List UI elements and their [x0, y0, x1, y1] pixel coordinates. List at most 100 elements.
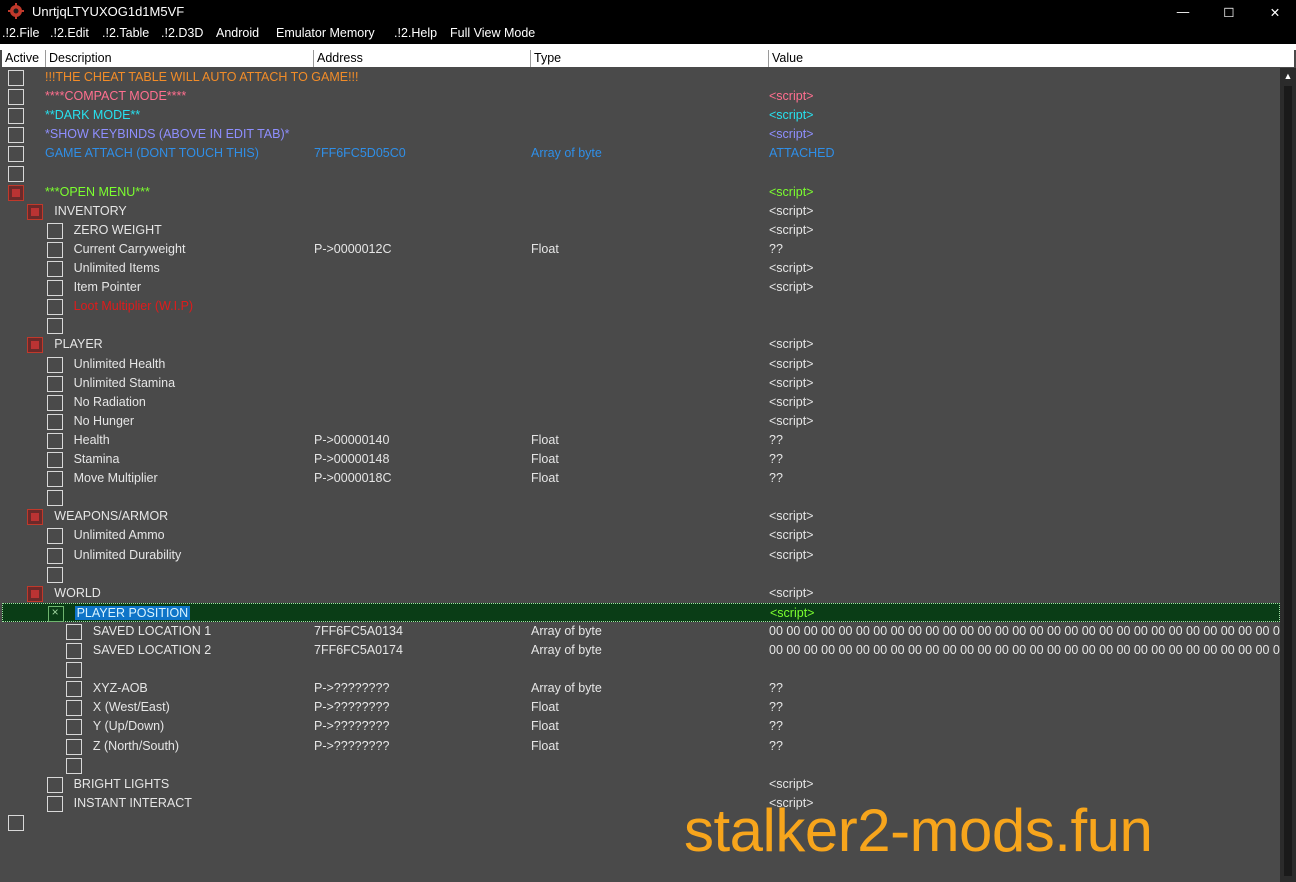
row-value[interactable]: 00 00 00 00 00 00 00 00 00 00 00 00 00 0… [769, 624, 1280, 638]
row-value[interactable]: ?? [769, 452, 783, 466]
table-row[interactable]: Unlimited Stamina <script> [2, 374, 1280, 393]
row-value[interactable]: <script> [769, 223, 813, 237]
active-checkbox[interactable] [46, 356, 63, 373]
table-row[interactable]: Unlimited Ammo <script> [2, 526, 1280, 545]
table-row[interactable]: Unlimited Health <script> [2, 355, 1280, 374]
row-value[interactable]: <script> [769, 548, 813, 562]
row-value[interactable]: <script> [769, 528, 813, 542]
table-row[interactable]: BRIGHT LIGHTS <script> [2, 775, 1280, 794]
row-value[interactable]: ?? [769, 719, 783, 733]
row-value[interactable]: <script> [769, 777, 813, 791]
active-checkbox[interactable] [27, 337, 44, 354]
active-checkbox[interactable] [46, 222, 63, 239]
active-checkbox[interactable] [46, 413, 63, 430]
scroll-up-icon[interactable]: ▲ [1280, 68, 1296, 84]
minimize-button[interactable]: — [1160, 0, 1206, 24]
table-row[interactable]: Unlimited Items <script> [2, 259, 1280, 278]
table-row[interactable]: Unlimited Durability <script> [2, 546, 1280, 565]
table-row[interactable]: Stamina P->00000148 Float?? [2, 450, 1280, 469]
scroll-thumb[interactable] [1284, 86, 1292, 876]
table-row[interactable]: SAVED LOCATION 1 7FF6FC5A0134 Array of byt… [2, 622, 1280, 641]
active-checkbox[interactable] [46, 490, 63, 507]
table-row[interactable]: No Radiation <script> [2, 393, 1280, 412]
row-value[interactable]: <script> [769, 280, 813, 294]
active-checkbox[interactable] [46, 452, 63, 468]
active-checkbox[interactable] [27, 203, 44, 220]
table-row[interactable]: ****COMPACT MODE**** <script> [2, 87, 1280, 106]
active-checkbox[interactable] [8, 108, 24, 125]
table-row[interactable]: SAVED LOCATION 2 7FF6FC5A0174 Array of byt… [2, 641, 1280, 660]
menu-full-view-mode[interactable]: Full View Mode [450, 26, 535, 40]
header-address[interactable]: Address [314, 50, 531, 67]
active-checkbox[interactable] [46, 375, 63, 392]
active-checkbox[interactable] [46, 318, 63, 335]
table-row[interactable] [2, 756, 1280, 775]
table-row[interactable]: **DARK MODE** <script> [2, 106, 1280, 125]
active-checkbox[interactable] [65, 623, 82, 640]
table-row[interactable]: ***OPEN MENU*** <script> [2, 183, 1280, 202]
active-checkbox[interactable] [46, 299, 63, 316]
active-checkbox[interactable] [65, 757, 82, 774]
menu-emulator-memory[interactable]: Emulator Memory [276, 26, 375, 40]
active-checkbox[interactable] [8, 89, 24, 106]
menu-file[interactable]: .!2.File [2, 26, 40, 40]
row-value[interactable]: <script> [769, 89, 813, 103]
header-type[interactable]: Type [531, 50, 769, 67]
table-row[interactable]: !!!THE CHEAT TABLE WILL AUTO ATTACH TO G… [2, 68, 1280, 87]
table-row[interactable]: No Hunger <script> [2, 412, 1280, 431]
table-row[interactable]: X (West/East) P->???????? Float?? [2, 698, 1280, 717]
menu-android[interactable]: Android [216, 26, 259, 40]
table-row[interactable]: PLAYER <script> [2, 335, 1280, 354]
active-checkbox[interactable] [46, 471, 63, 488]
table-row[interactable]: *SHOW KEYBINDS (ABOVE IN EDIT TAB)* <scri… [2, 125, 1280, 144]
active-checkbox[interactable] [8, 127, 24, 144]
active-checkbox[interactable] [46, 776, 63, 793]
row-value[interactable]: <script> [769, 127, 813, 141]
menu-d3d[interactable]: .!2.D3D [161, 26, 203, 40]
row-value[interactable]: ?? [769, 700, 783, 714]
header-value[interactable]: Value [769, 50, 1294, 67]
active-checkbox[interactable] [46, 432, 63, 449]
active-checkbox[interactable] [47, 605, 64, 622]
row-value[interactable]: <script> [769, 509, 813, 523]
row-value[interactable]: ?? [769, 681, 783, 695]
row-value[interactable]: <script> [769, 395, 813, 409]
table-row[interactable]: Item Pointer <script> [2, 278, 1280, 297]
active-checkbox[interactable] [46, 795, 63, 812]
active-checkbox[interactable] [46, 528, 63, 545]
row-value[interactable]: <script> [769, 337, 813, 351]
table-row[interactable] [2, 316, 1280, 335]
active-checkbox[interactable] [46, 280, 63, 297]
row-value[interactable]: <script> [769, 357, 813, 371]
vertical-scrollbar[interactable]: ▲ [1280, 68, 1296, 882]
active-checkbox[interactable] [46, 394, 63, 411]
row-value[interactable]: <script> [769, 376, 813, 390]
header-active[interactable]: Active [2, 50, 46, 67]
row-value[interactable]: <script> [769, 586, 813, 600]
table-row[interactable] [2, 164, 1280, 183]
active-checkbox[interactable] [8, 70, 24, 86]
active-checkbox[interactable] [65, 681, 82, 698]
row-value[interactable]: ?? [769, 242, 783, 256]
table-row[interactable]: Current Carryweight P->0000012C Float?? [2, 240, 1280, 259]
row-value[interactable]: ATTACHED [769, 146, 835, 160]
row-value[interactable]: ?? [769, 433, 783, 447]
maximize-button[interactable]: ☐ [1206, 0, 1252, 24]
table-row[interactable]: WEAPONS/ARMOR <script> [2, 507, 1280, 526]
active-checkbox[interactable] [27, 585, 44, 602]
table-row[interactable]: Z (North/South) P->???????? Float?? [2, 737, 1280, 756]
table-row[interactable]: Move Multiplier P->0000018C Float?? [2, 469, 1280, 488]
table-row[interactable]: INVENTORY <script> [2, 202, 1280, 221]
active-checkbox[interactable] [65, 662, 82, 679]
table-row[interactable]: WORLD <script> [2, 584, 1280, 603]
active-checkbox[interactable] [65, 700, 82, 717]
header-description[interactable]: Description [46, 50, 314, 67]
table-row[interactable]: Health P->00000140 Float?? [2, 431, 1280, 450]
row-value[interactable]: ?? [769, 471, 783, 485]
active-checkbox[interactable] [46, 261, 63, 277]
row-value[interactable]: 00 00 00 00 00 00 00 00 00 00 00 00 00 0… [769, 643, 1280, 657]
active-checkbox[interactable] [8, 165, 24, 182]
table-row[interactable] [2, 565, 1280, 584]
row-value[interactable]: <script> [769, 261, 813, 275]
table-row[interactable]: PLAYER POSITION <script> [2, 602, 1280, 622]
